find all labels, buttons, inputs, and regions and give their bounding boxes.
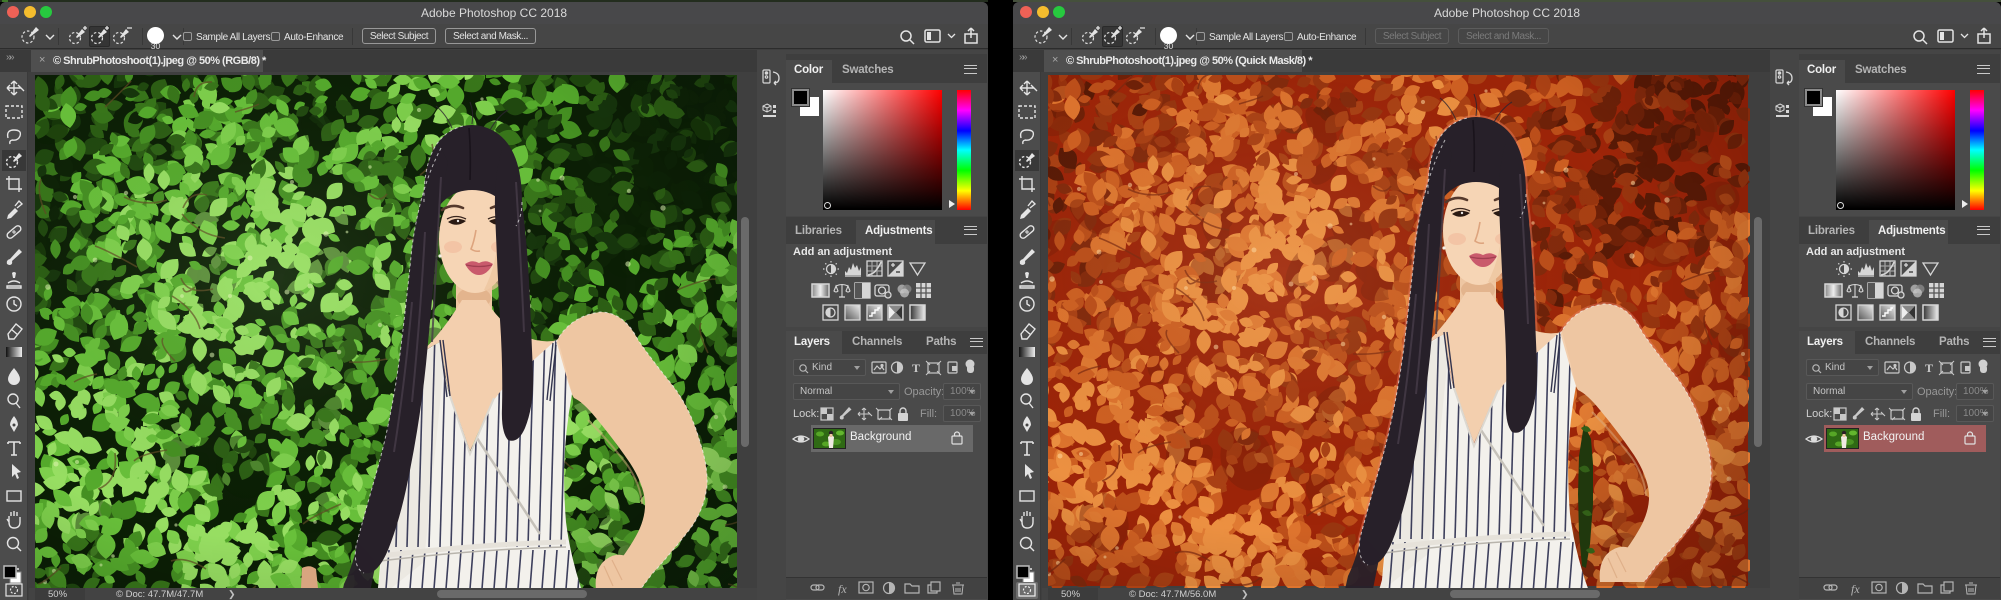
svg-text:fx: fx	[838, 582, 847, 596]
svg-text:T: T	[1925, 361, 1933, 375]
svg-text:T: T	[912, 361, 920, 375]
svg-text:fx: fx	[1851, 582, 1860, 596]
